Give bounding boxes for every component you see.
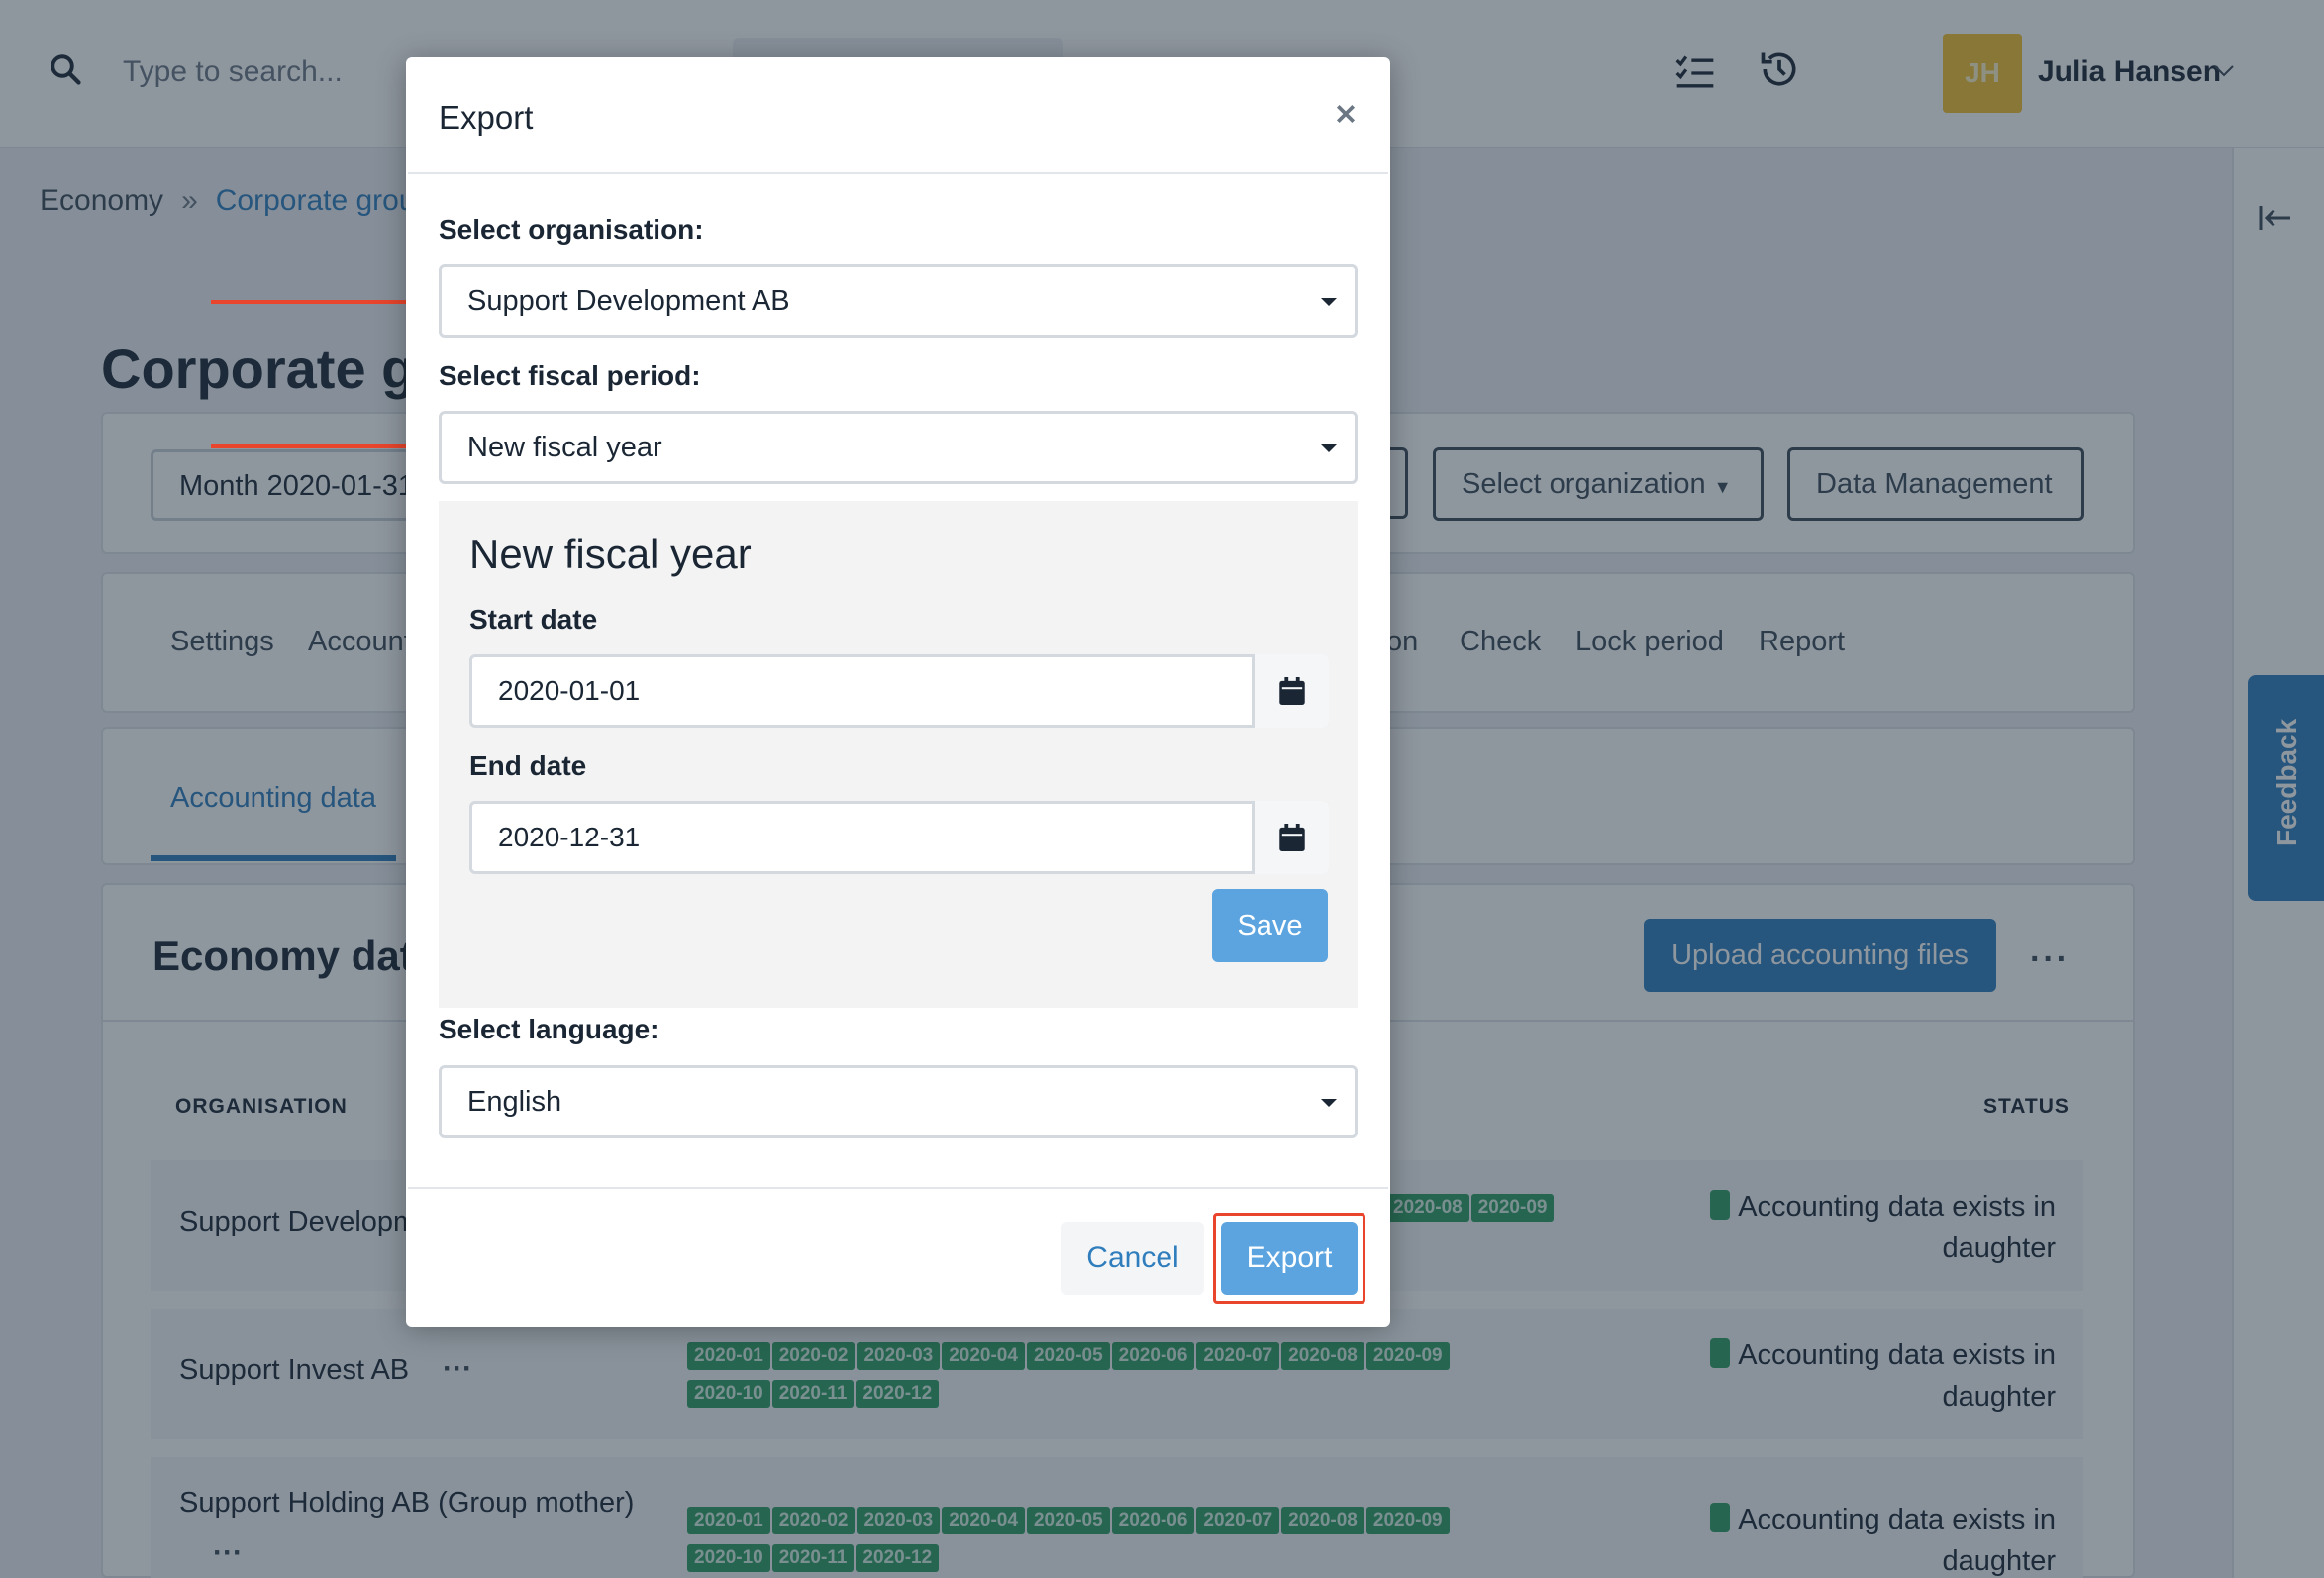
end-date-value: 2020-12-31 [498, 822, 641, 852]
modal-divider [408, 1187, 1388, 1189]
save-button[interactable]: Save [1212, 889, 1328, 962]
organisation-label: Select organisation: [439, 214, 704, 245]
new-fiscal-year-title: New fiscal year [469, 531, 752, 577]
annotation-arrow [211, 436, 435, 457]
close-icon[interactable] [1335, 103, 1357, 125]
calendar-icon [1278, 824, 1305, 851]
calendar-icon [1278, 677, 1305, 705]
start-date-calendar-button[interactable] [1252, 654, 1329, 728]
caret-down-icon [1321, 1099, 1337, 1107]
language-label: Select language: [439, 1014, 659, 1044]
export-button[interactable]: Export [1221, 1222, 1358, 1295]
fiscal-period-label: Select fiscal period: [439, 360, 701, 391]
language-select[interactable]: English [439, 1065, 1358, 1138]
start-date-input[interactable]: 2020-01-01 [469, 654, 1329, 728]
start-date-label: Start date [469, 604, 598, 635]
annotation-arrow [211, 291, 435, 313]
end-date-input[interactable]: 2020-12-31 [469, 801, 1329, 874]
start-date-value: 2020-01-01 [498, 675, 641, 706]
caret-down-icon [1321, 298, 1337, 306]
modal-divider [408, 172, 1388, 174]
modal-title: Export [439, 99, 534, 136]
caret-down-icon [1321, 444, 1337, 452]
organisation-select-value: Support Development AB [467, 285, 790, 317]
fiscal-period-select-value: New fiscal year [467, 432, 662, 463]
organisation-select[interactable]: Support Development AB [439, 264, 1358, 338]
end-date-calendar-button[interactable] [1252, 801, 1329, 874]
language-select-value: English [467, 1086, 562, 1118]
fiscal-period-select[interactable]: New fiscal year [439, 411, 1358, 484]
end-date-label: End date [469, 750, 587, 781]
cancel-button[interactable]: Cancel [1061, 1222, 1204, 1295]
